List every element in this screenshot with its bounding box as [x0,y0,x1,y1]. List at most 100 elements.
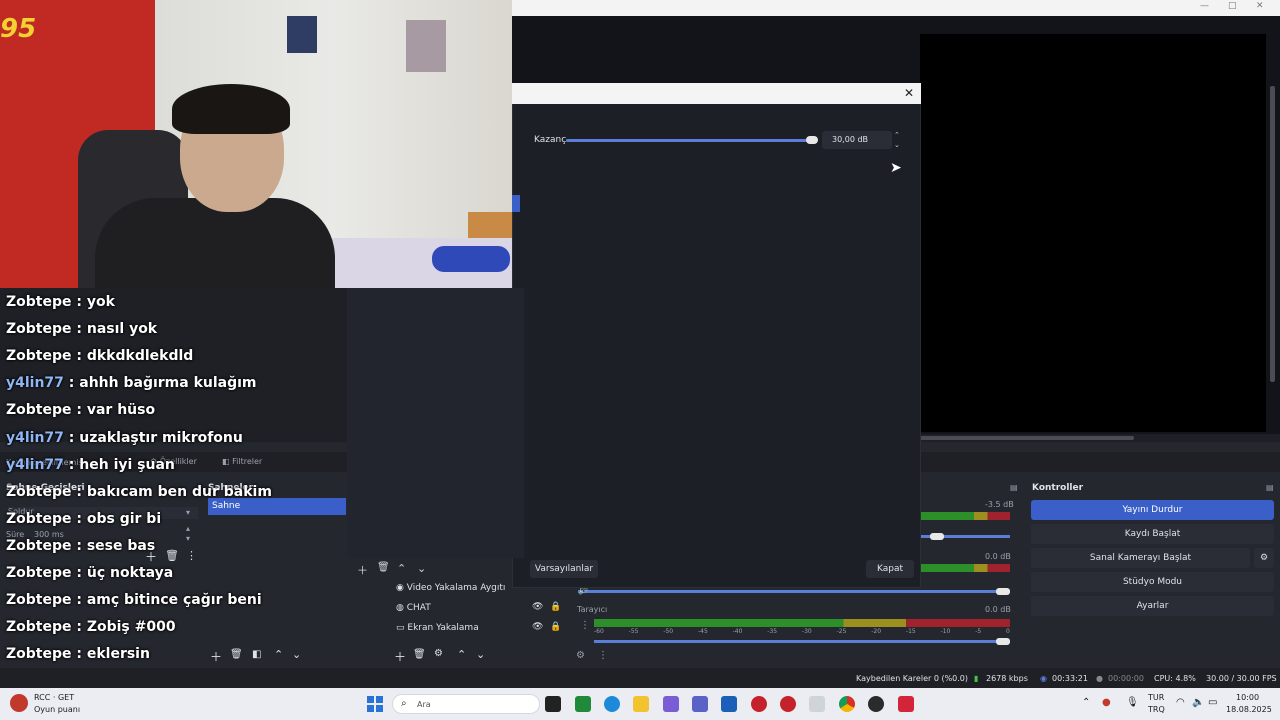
app-red-icon[interactable] [751,696,767,712]
file-explorer-icon[interactable] [633,696,649,712]
app-red-icon[interactable] [780,696,796,712]
controls-title: Kontroller [1032,483,1084,493]
language-line-1[interactable]: TUR [1148,693,1164,702]
stop-stream-button[interactable]: Yayını Durdur [1031,500,1274,520]
chat-message: y4lin77 : ahhh bağırma kulağım [6,375,257,391]
eye-icon[interactable]: 👁 [532,602,543,612]
chrome-icon[interactable] [839,696,855,712]
clock-date[interactable]: 18.08.2025 [1226,705,1272,714]
camera-icon: ◉ [396,583,404,593]
lock-icon[interactable]: 🔒 [550,602,561,612]
mixer-channel-2-fader[interactable] [578,590,1010,593]
volume-icon[interactable]: 🔈 [1192,697,1204,708]
obs-icon[interactable] [868,696,884,712]
teams-icon[interactable] [692,696,708,712]
start-recording-button[interactable]: Kaydı Başlat [1031,524,1274,544]
app-red-square-icon[interactable] [898,696,914,712]
filters-button[interactable]: ◧ Filtreler [222,457,262,466]
scene-move-down-button[interactable]: ⌄ [292,648,301,661]
gain-stepper-up[interactable]: ⌃ [894,131,900,139]
taskbar-search[interactable]: ⌕ Ara [392,694,540,714]
mixer-channel-2-knob[interactable] [996,588,1010,595]
transition-menu-button[interactable]: ⋮ [186,549,197,562]
app-grey-icon[interactable] [809,696,825,712]
widget-line-1: RCC · GET [34,693,75,702]
virtual-camera-settings-button[interactable]: ⚙ [1254,548,1274,568]
scene-filters-button[interactable]: ◧ [252,649,261,660]
mixer-advanced-settings-icon[interactable]: ⚙ [576,650,585,661]
xbox-icon[interactable] [575,696,591,712]
dock-menu-icon[interactable]: ▤ [1010,483,1018,492]
webcam-person-hair [172,84,290,134]
preview-horizontal-scrollbar[interactable] [920,436,1134,440]
tray-app-icon[interactable]: ● [1102,697,1111,708]
minimize-icon[interactable]: — [1200,1,1209,11]
copilot-icon[interactable] [663,696,679,712]
close-icon[interactable]: ✕ [904,86,914,100]
widget-icon[interactable] [10,694,28,712]
chat-message: Zobtepe : Zobiş #000 [6,619,176,635]
source-item-screen-capture[interactable]: ▭ Ekran Yakalama [396,623,479,633]
edge-icon[interactable] [604,696,620,712]
language-line-2[interactable]: TRQ [1148,705,1165,714]
scene-move-up-button[interactable]: ⌃ [274,648,283,661]
microphone-icon[interactable]: 🎙 [1126,697,1139,708]
defaults-button[interactable]: Varsayılanlar [530,560,598,578]
gain-slider-knob[interactable] [806,136,818,144]
clock-time[interactable]: 10:00 [1236,693,1259,702]
remove-transition-button[interactable]: 🗑 [165,549,179,562]
maximize-icon[interactable]: □ [1228,1,1237,11]
source-item-video-capture[interactable]: ◉ Video Yakalama Aygıtı [396,583,505,593]
studio-mode-button[interactable]: Stüdyo Modu [1031,572,1274,592]
gain-value-field[interactable]: 30,00 dB [822,131,892,149]
eye-icon[interactable]: 👁 [532,622,543,632]
filter-move-up-button[interactable]: ⌃ [397,562,406,575]
scene-item[interactable]: Sahne [208,498,346,515]
chat-text: : nasıl yok [71,321,158,338]
source-move-up-button[interactable]: ⌃ [457,648,466,661]
mixer-menu-icon[interactable]: ⋮ [598,650,608,661]
filter-list-pane [347,288,524,558]
mixer-channel-3-name: Tarayıcı [577,605,608,614]
chat-text: : obs gir bi [71,510,162,527]
mixer-channel-1-knob[interactable] [930,533,944,540]
preview-vertical-scrollbar[interactable] [1270,86,1275,382]
mixer-channel-3-knob[interactable] [996,638,1010,645]
close-window-icon[interactable]: ✕ [1256,1,1264,11]
duration-stepper-down[interactable]: ▾ [186,534,190,543]
remove-filter-button[interactable]: 🗑 [377,562,390,573]
add-source-button[interactable]: ＋ [394,648,406,665]
close-button[interactable]: Kapat [866,560,914,578]
start-icon[interactable] [367,696,383,712]
duration-stepper-up[interactable]: ▴ [186,524,190,533]
mixer-channel-1-db: -3.5 dB [985,500,1014,509]
add-filter-button[interactable]: ＋ [357,562,368,578]
mixer-channel-3-fader[interactable] [594,640,1010,643]
task-view-icon[interactable] [545,696,561,712]
settings-button[interactable]: Ayarlar [1031,596,1274,616]
gain-slider[interactable] [566,139,816,142]
chat-username: Zobtepe [6,348,72,365]
source-move-down-button[interactable]: ⌄ [476,648,485,661]
source-item-chat[interactable]: ◍ CHAT [396,603,431,613]
chat-username: Zobtepe [6,619,72,636]
wifi-icon[interactable]: ◠ [1176,697,1185,708]
store-icon[interactable] [721,696,737,712]
filter-move-down-button[interactable]: ⌄ [417,562,426,575]
add-scene-button[interactable]: ＋ [210,648,222,665]
chat-username: Zobtepe [6,510,72,527]
record-icon: ● [1096,674,1103,683]
remove-scene-button[interactable]: 🗑 [230,649,243,660]
dock-menu-icon[interactable]: ▤ [1266,483,1274,492]
channel-menu-icon[interactable]: ⋮ [580,620,590,631]
battery-icon[interactable]: ▭ [1208,697,1217,708]
start-virtual-camera-button[interactable]: Sanal Kamerayı Başlat [1031,548,1250,568]
lock-icon[interactable]: 🔒 [550,622,561,632]
chat-username: y4lin77 [6,456,64,473]
obs-title-bar [512,0,1280,16]
chevron-up-icon[interactable]: ⌃ [1082,697,1090,708]
source-properties-button[interactable]: ⚙ [434,648,443,659]
mixer-channel-3-db: 0.0 dB [985,605,1011,614]
gain-stepper-down[interactable]: ⌄ [894,141,900,149]
remove-source-button[interactable]: 🗑 [413,649,426,660]
